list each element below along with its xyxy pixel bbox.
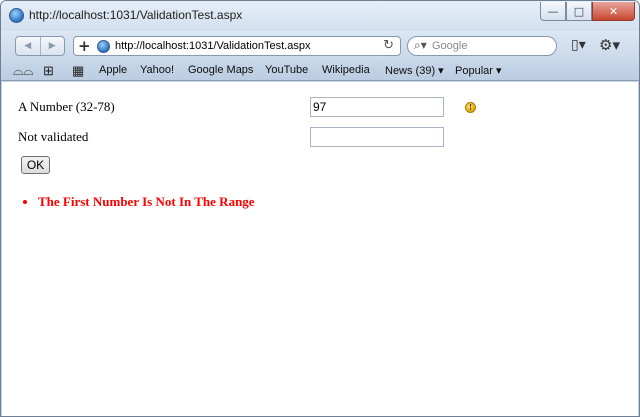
address-bar[interactable]: + http://localhost:1031/ValidationTest.a… — [73, 36, 401, 56]
unvalidated-input[interactable] — [310, 127, 444, 147]
minimize-button[interactable]: — — [540, 2, 566, 21]
ok-button[interactable]: OK — [21, 156, 50, 174]
reading-list-icon[interactable]: ⌓⌓ — [13, 63, 34, 79]
window-controls: — □ ✕ — [540, 2, 635, 21]
bookmark-news[interactable]: News (39) ▾ — [385, 64, 444, 77]
validation-summary: The First Number Is Not In The Range — [38, 194, 255, 210]
bookmark-popular[interactable]: Popular ▾ — [455, 64, 502, 77]
bookmark-yahoo[interactable]: Yahoo! — [140, 64, 174, 76]
page-content: A Number (32-78) ! Not validated OK The … — [2, 82, 638, 416]
gear-icon[interactable]: ⚙▾ — [599, 36, 620, 54]
number-input[interactable] — [310, 97, 444, 117]
bookmark-apple[interactable]: Apple — [99, 64, 127, 76]
history-buttons: ◀ ▶ — [15, 36, 65, 56]
bookmark-wikipedia[interactable]: Wikipedia — [322, 64, 370, 76]
bookmark-google-maps[interactable]: Google Maps — [188, 64, 253, 76]
window-title: http://localhost:1031/ValidationTest.asp… — [29, 8, 243, 22]
browser-window: http://localhost:1031/ValidationTest.asp… — [0, 0, 640, 417]
maximize-button[interactable]: □ — [566, 2, 592, 21]
globe-icon — [97, 40, 110, 53]
forward-button[interactable]: ▶ — [39, 37, 65, 55]
back-button[interactable]: ◀ — [16, 37, 40, 55]
page-menu-icon[interactable]: ▯▾ — [571, 37, 586, 53]
top-sites-icon[interactable]: ▦ — [72, 63, 84, 79]
bookmark-youtube[interactable]: YouTube — [265, 64, 308, 76]
globe-icon — [9, 8, 24, 23]
bookmarks-bar: ⌓⌓ ⊞ ▦ Apple Yahoo! Google Maps YouTube … — [1, 61, 639, 81]
close-button[interactable]: ✕ — [592, 2, 635, 21]
url-text[interactable]: http://localhost:1031/ValidationTest.asp… — [115, 40, 310, 52]
unvalidated-field-label: Not validated — [18, 129, 89, 144]
search-icon: ⌕▾ — [414, 38, 427, 52]
reload-icon[interactable]: ↻ — [383, 38, 394, 53]
validation-error: The First Number Is Not In The Range — [38, 194, 255, 210]
warning-icon: ! — [465, 102, 476, 113]
title-bar: http://localhost:1031/ValidationTest.asp… — [1, 1, 639, 31]
search-field[interactable]: ⌕▾ Google — [407, 36, 557, 56]
search-placeholder: Google — [432, 40, 468, 52]
number-field-label: A Number (32-78) — [18, 99, 115, 114]
bookmarks-icon[interactable]: ⊞ — [43, 63, 54, 79]
navigation-toolbar: ◀ ▶ + http://localhost:1031/ValidationTe… — [1, 31, 639, 61]
add-bookmark-icon[interactable]: + — [78, 37, 91, 55]
